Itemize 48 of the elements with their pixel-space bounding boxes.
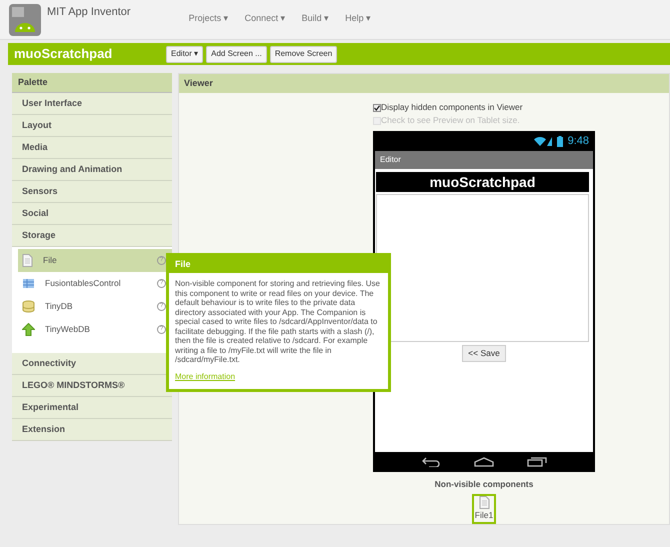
- menu-item[interactable]: Build ▾: [302, 12, 330, 26]
- wifi-signal-icon: [534, 136, 554, 146]
- table-icon: [22, 277, 35, 290]
- battery-icon: [556, 136, 563, 147]
- component-label: TinyWebDB: [45, 323, 91, 336]
- component-label: FusiontablesControl: [45, 277, 122, 290]
- clock-text: 9:48: [568, 134, 589, 150]
- home-icon[interactable]: [474, 456, 494, 466]
- document-icon: [478, 496, 490, 510]
- android-logo-icon: [9, 4, 41, 36]
- category-header[interactable]: LEGO® MINDSTORMS®: [12, 375, 172, 397]
- category-header[interactable]: Drawing and Animation: [12, 159, 172, 181]
- screen-title: muoScratchpad: [376, 172, 589, 192]
- app-title: MIT App Inventor: [47, 5, 131, 20]
- toolbar-button[interactable]: Remove Screen: [270, 46, 338, 62]
- viewer-header: Viewer: [179, 74, 669, 94]
- tooltip-text: Non-visible component for storing and retrieving files. Use this component to write or read files on your device. The default behaviour is to write files to the private data directory associated with your App. The Companion is special cased to write files to /sdcard/AppInventor/data to facilitate debugging. If the file path starts with a slash (/), then the file is created relative to /sdcard. For example writing a file to /myFile.txt will write the file in /sdcard/myFile.txt.: [174, 278, 381, 364]
- checkbox[interactable]: [373, 104, 381, 112]
- project-name: muoScratchpad: [14, 45, 114, 64]
- non-visible-heading: Non-visible components: [434, 478, 534, 490]
- document-icon: [22, 254, 33, 267]
- recent-apps-icon[interactable]: [526, 456, 547, 466]
- category-header[interactable]: Extension: [12, 419, 172, 441]
- menu-item[interactable]: Projects ▾: [188, 12, 229, 26]
- category-header[interactable]: Experimental: [12, 397, 172, 419]
- category-header[interactable]: Layout: [12, 115, 172, 137]
- database-icon: [22, 300, 35, 313]
- toolbar-button[interactable]: Add Screen ...: [206, 46, 267, 62]
- action-bar: Editor: [375, 151, 593, 170]
- back-icon[interactable]: [421, 456, 442, 466]
- up-arrow-icon: [22, 323, 35, 336]
- category-header[interactable]: User Interface: [12, 93, 172, 115]
- menu-item[interactable]: Help ▾: [345, 12, 372, 26]
- category-header[interactable]: Media: [12, 137, 172, 159]
- component-label: File: [43, 254, 58, 267]
- tooltip-title: File: [169, 256, 388, 273]
- component-label: TinyDB: [45, 300, 74, 313]
- non-visible-component[interactable]: File1: [472, 494, 496, 524]
- category-header[interactable]: Social: [12, 203, 172, 225]
- toolbar-button[interactable]: Editor ▾: [166, 46, 204, 62]
- palette-header: Palette: [12, 73, 172, 93]
- component-label: File1: [474, 509, 494, 522]
- category-header[interactable]: Storage: [12, 225, 172, 247]
- category-header[interactable]: Sensors: [12, 181, 172, 203]
- checkbox-label: Check to see Preview on Tablet size.: [381, 114, 520, 128]
- save-button[interactable]: << Save: [462, 345, 506, 362]
- checkbox-label: Display hidden components in Viewer: [381, 101, 523, 114]
- menu-item[interactable]: Connect ▾: [244, 12, 286, 26]
